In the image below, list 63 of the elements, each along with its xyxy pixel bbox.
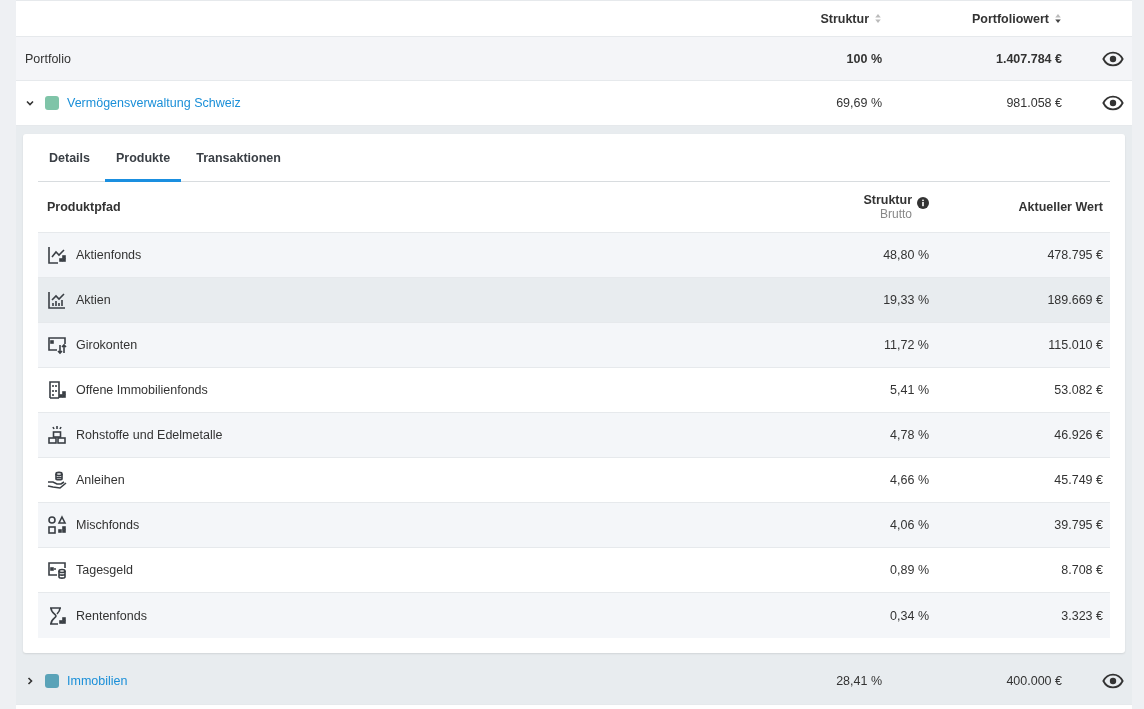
bar-line-chart-icon: [47, 290, 67, 310]
arrows-card-icon: [47, 335, 67, 355]
portfolio-share: 100 %: [845, 51, 882, 66]
product-name: Rohstoffe und Edelmetalle: [76, 428, 223, 442]
product-share: 0,89 %: [889, 563, 929, 577]
product-value: 45.749 €: [1053, 473, 1104, 487]
column-header: Struktur: [863, 193, 912, 207]
tab[interactable]: Produkte: [105, 151, 182, 182]
column-header[interactable]: Struktur: [820, 11, 869, 26]
chevron-icon[interactable]: [25, 98, 35, 108]
product-value: 478.795 €: [1046, 248, 1104, 262]
product-name: Anleihen: [76, 473, 125, 487]
product-share: 19,33 %: [882, 293, 929, 307]
group-value: 400.000 €: [1005, 674, 1062, 688]
column-header[interactable]: Portfoliowert: [971, 11, 1049, 26]
product-name: Aktien: [76, 293, 111, 307]
chevron-icon[interactable]: [25, 676, 35, 686]
column-header: Produktpfad: [47, 200, 122, 214]
table-row[interactable]: Girokonten 11,72 % 115.010 €: [38, 323, 1110, 368]
card-coins-icon: [47, 560, 67, 580]
table-row[interactable]: Aktien 19,33 % 189.669 €: [38, 278, 1110, 323]
hand-coins-icon: [47, 470, 67, 490]
product-value: 189.669 €: [1046, 293, 1104, 307]
product-value: 8.708 €: [1060, 563, 1104, 577]
product-share: 4,78 %: [889, 428, 929, 442]
product-name: Mischfonds: [76, 518, 140, 532]
product-name: Girokonten: [76, 338, 138, 352]
tab[interactable]: Transaktionen: [185, 151, 292, 182]
product-name: Offene Immobilienfonds: [76, 383, 208, 397]
column-header: Aktueller Wert: [1017, 200, 1104, 214]
product-name: Aktienfonds: [76, 248, 142, 262]
table-row[interactable]: Aktienfonds 48,80 % 478.795 €: [38, 233, 1110, 278]
product-share: 4,06 %: [889, 518, 929, 532]
shapes-icon: [47, 515, 67, 535]
product-share: 5,41 %: [889, 383, 929, 397]
portfolio-name: Portfolio: [25, 51, 72, 66]
bars-stack-icon: [47, 425, 67, 445]
portfolio-value: 1.407.784 €: [994, 51, 1062, 66]
product-value: 46.926 €: [1053, 428, 1104, 442]
product-value: 53.082 €: [1053, 383, 1104, 397]
product-share: 0,34 %: [889, 608, 929, 623]
line-chart-icon: [47, 245, 67, 265]
product-share: 11,72 %: [883, 338, 929, 352]
building-icon: [47, 380, 67, 400]
column-subheader: Brutto: [880, 207, 912, 221]
sort-icon[interactable]: [1054, 13, 1062, 24]
table-row[interactable]: Rentenfonds 0,34 % 3.323 €: [38, 593, 1110, 638]
group-value: 981.058 €: [1005, 96, 1062, 110]
group-share: 28,41 %: [835, 674, 882, 688]
tab[interactable]: Details: [38, 151, 101, 182]
product-value: 3.323 €: [1060, 608, 1104, 623]
product-value: 39.795 €: [1053, 518, 1104, 532]
hourglass-icon: [47, 605, 67, 626]
info-icon[interactable]: [917, 197, 929, 209]
product-value: 115.010 €: [1047, 338, 1104, 352]
product-name: Tagesgeld: [76, 563, 133, 577]
group-link[interactable]: Vermögensverwaltung Schweiz: [67, 96, 241, 110]
table-row[interactable]: Rohstoffe und Edelmetalle 4,78 % 46.926 €: [38, 413, 1110, 458]
product-name: Rentenfonds: [76, 608, 147, 623]
product-share: 4,66 %: [889, 473, 929, 487]
table-row[interactable]: Mischfonds 4,06 % 39.795 €: [38, 503, 1110, 548]
group-share: 69,69 %: [835, 96, 882, 110]
product-share: 48,80 %: [882, 248, 929, 262]
